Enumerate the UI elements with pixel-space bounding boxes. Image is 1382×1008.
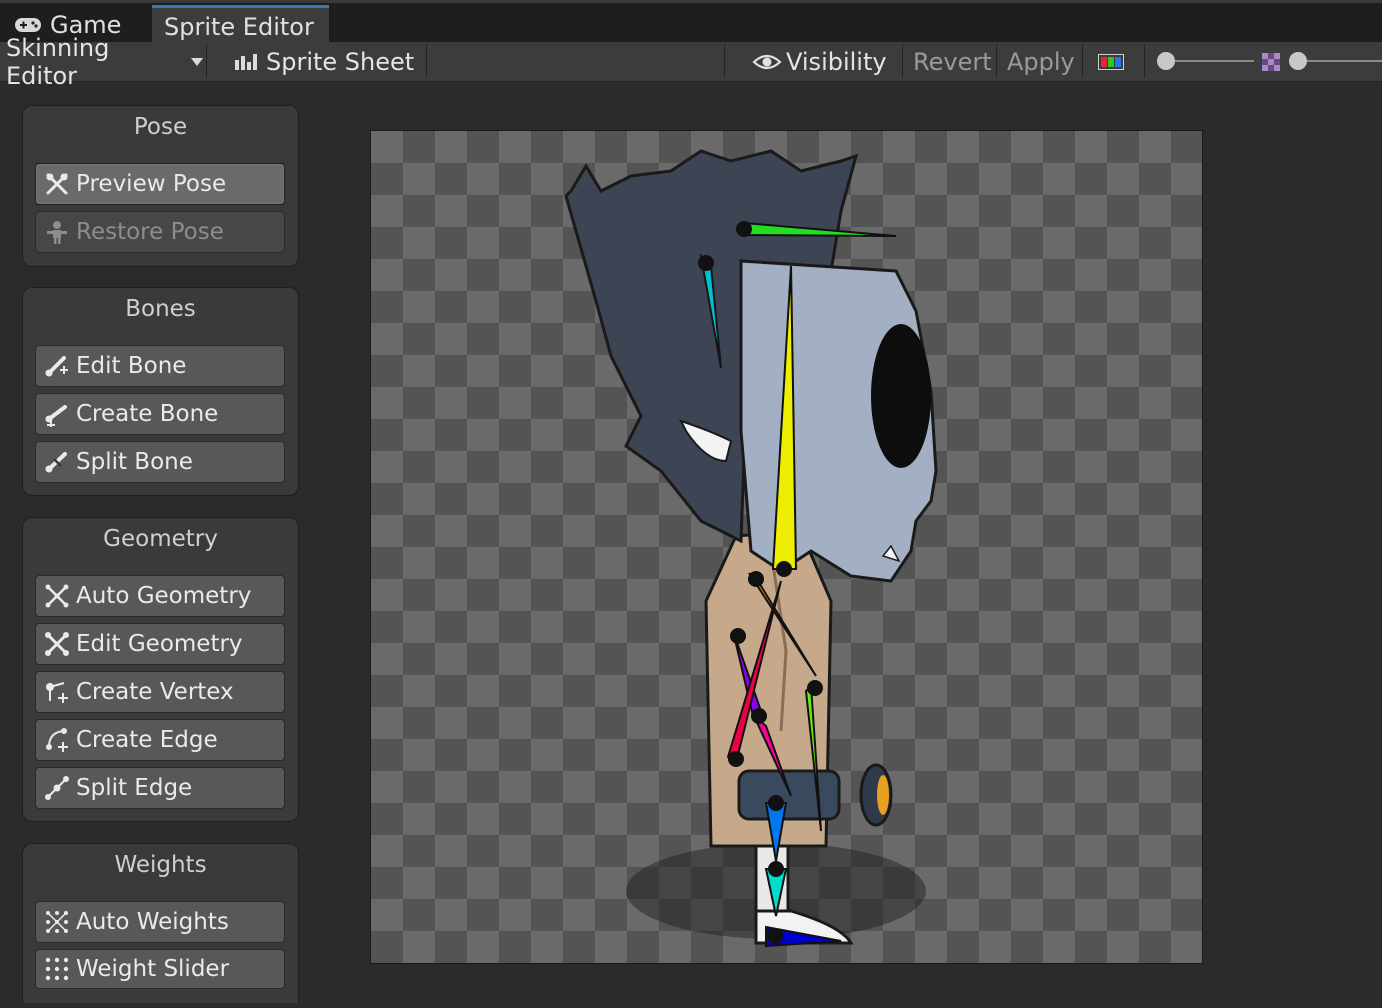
opacity-slider-knob[interactable] — [1157, 52, 1175, 70]
rgb-channel-icon — [1098, 54, 1124, 70]
window-tab-strip: Game Sprite Editor — [0, 0, 1382, 45]
sprite-canvas[interactable] — [370, 130, 1203, 964]
visibility-button[interactable]: Visibility — [752, 42, 900, 82]
weight-slider-icon — [42, 954, 72, 984]
sprite-sheet-icon — [234, 52, 258, 72]
chevron-down-icon — [190, 57, 204, 67]
preview-pose-label: Preview Pose — [76, 171, 227, 197]
apply-label: Apply — [1007, 48, 1075, 76]
preview-pose-icon — [42, 169, 72, 199]
create-vertex-label: Create Vertex — [76, 679, 234, 705]
revert-label: Revert — [913, 48, 992, 76]
revert-button[interactable]: Revert — [913, 42, 993, 82]
edit-bone-button[interactable]: Edit Bone — [35, 345, 285, 387]
weights-panel: Weights Auto Weights Weight Slider — [22, 843, 299, 1003]
edit-bone-icon — [42, 351, 72, 381]
toolbar-divider — [996, 44, 997, 78]
auto-weights-button[interactable]: Auto Weights — [35, 901, 285, 943]
color-channel-toggle[interactable] — [1098, 42, 1126, 82]
toolbar-divider — [1144, 44, 1145, 78]
character-sprite — [564, 149, 938, 948]
toolbar-divider — [724, 44, 725, 78]
create-bone-button[interactable]: Create Bone — [35, 393, 285, 435]
checker-alpha-icon — [1262, 53, 1280, 71]
toolbar-divider — [902, 44, 903, 78]
pose-panel-title: Pose — [133, 114, 188, 140]
toolbar-divider — [1082, 44, 1083, 78]
create-vertex-icon — [42, 677, 72, 707]
auto-weights-icon — [42, 907, 72, 937]
weight-slider-label: Weight Slider — [76, 956, 230, 982]
auto-geometry-label: Auto Geometry — [76, 583, 252, 609]
tab-sprite-editor-label: Sprite Editor — [164, 12, 314, 41]
apply-button[interactable]: Apply — [1007, 42, 1083, 82]
mip-slider-knob[interactable] — [1289, 52, 1307, 70]
geometry-panel-title: Geometry — [103, 526, 218, 552]
split-bone-label: Split Bone — [76, 449, 193, 475]
auto-weights-label: Auto Weights — [76, 909, 229, 935]
split-bone-button[interactable]: Split Bone — [35, 441, 285, 483]
gamepad-icon — [14, 16, 42, 34]
flashlight — [737, 769, 841, 821]
split-edge-button[interactable]: Split Edge — [35, 767, 285, 809]
create-edge-label: Create Edge — [76, 727, 218, 753]
eye — [871, 324, 931, 468]
create-edge-button[interactable]: Create Edge — [35, 719, 285, 761]
auto-geometry-icon — [42, 581, 72, 611]
toolbar-divider — [426, 44, 427, 78]
bones-panel-title: Bones — [125, 296, 196, 322]
create-edge-icon — [42, 725, 72, 755]
weight-slider-button[interactable]: Weight Slider — [35, 949, 285, 989]
bones-panel: Bones Edit Bone Create Bone Split Bone — [22, 287, 299, 496]
mip-slider-track — [1300, 60, 1382, 62]
split-edge-label: Split Edge — [76, 775, 193, 801]
pose-panel: Pose Preview Pose Restore Pose — [22, 105, 299, 267]
weights-panel-title: Weights — [114, 852, 207, 878]
restore-pose-icon — [42, 217, 72, 247]
split-bone-icon — [42, 447, 72, 477]
editor-toolbar: Skinning Editor Sprite Sheet Visibility … — [0, 34, 1382, 90]
edit-geometry-label: Edit Geometry — [76, 631, 243, 657]
visibility-label: Visibility — [786, 48, 887, 76]
create-bone-icon — [42, 399, 72, 429]
mode-dropdown-label: Skinning Editor — [6, 34, 110, 90]
preview-pose-button[interactable]: Preview Pose — [35, 163, 285, 205]
restore-pose-label: Restore Pose — [76, 219, 224, 245]
edit-bone-label: Edit Bone — [76, 353, 187, 379]
auto-geometry-button[interactable]: Auto Geometry — [35, 575, 285, 617]
opacity-slider-track — [1162, 60, 1254, 62]
sprite-sheet-label: Sprite Sheet — [266, 48, 415, 76]
split-edge-icon — [42, 773, 72, 803]
eye-icon — [752, 52, 782, 72]
create-bone-label: Create Bone — [76, 401, 219, 427]
restore-pose-button[interactable]: Restore Pose — [35, 211, 285, 253]
toolbar-divider — [206, 44, 207, 78]
geometry-panel: Geometry Auto Geometry Edit Geometry Cre… — [22, 517, 299, 822]
sprite-sheet-button[interactable]: Sprite Sheet — [234, 42, 424, 82]
mode-dropdown[interactable]: Skinning Editor — [6, 34, 204, 90]
create-vertex-button[interactable]: Create Vertex — [35, 671, 285, 713]
edit-geometry-button[interactable]: Edit Geometry — [35, 623, 285, 665]
edit-geometry-icon — [42, 629, 72, 659]
